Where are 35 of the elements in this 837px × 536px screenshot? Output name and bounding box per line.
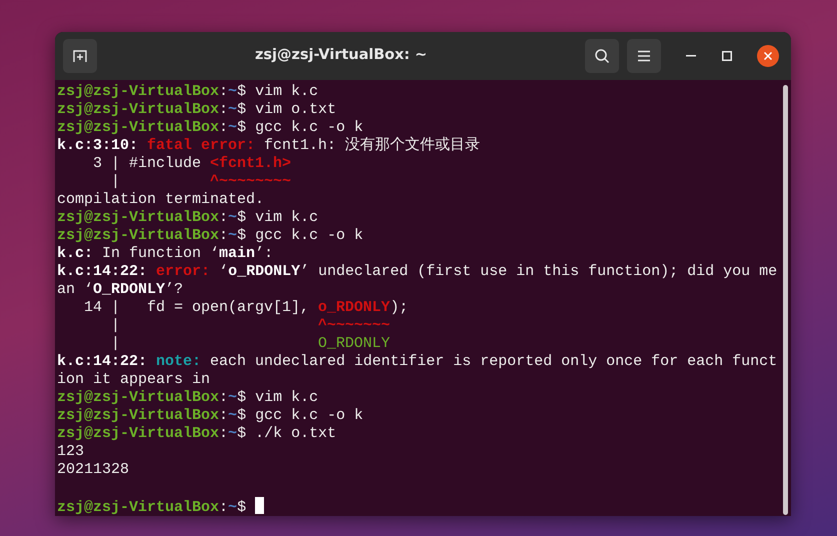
prompt-line: zsj@zsj-VirtualBox:~$ <box>57 499 246 516</box>
scrollbar-thumb[interactable] <box>782 85 788 515</box>
search-button[interactable] <box>585 39 619 73</box>
maximize-icon <box>722 51 732 61</box>
prompt-line: zsj@zsj-VirtualBox:~$ gcc k.c -o k <box>57 227 364 244</box>
window-title: zsj@zsj-VirtualBox: ~ <box>254 46 428 66</box>
close-icon <box>764 52 772 60</box>
prompt-line: zsj@zsj-VirtualBox:~$ gcc k.c -o k <box>57 407 364 424</box>
prompt-line: zsj@zsj-VirtualBox:~$ vim o.txt <box>57 101 336 118</box>
output-line: 123 <box>57 443 84 460</box>
minimize-icon <box>686 55 696 57</box>
output-line: an ‘O_RDONLY’? <box>57 281 184 298</box>
prompt-line: zsj@zsj-VirtualBox:~$ vim k.c <box>57 209 318 226</box>
new-tab-button[interactable] <box>63 39 97 73</box>
prompt-line: zsj@zsj-VirtualBox:~$ ./k o.txt <box>57 425 336 442</box>
output-line: 20211328 <box>57 461 130 478</box>
search-icon <box>594 48 610 64</box>
output-line: | ^~~~~~~~~ <box>110 173 292 190</box>
output-line: k.c:14:22: error: ‘o_RDONLY’ undeclared (first use in this function); did you me <box>57 263 778 280</box>
output-line: | ^~~~~~~~ <box>110 317 390 334</box>
prompt-line: zsj@zsj-VirtualBox:~$ vim k.c <box>57 83 318 100</box>
output-line: | O_RDONLY <box>110 335 390 352</box>
output-line: compilation terminated. <box>57 191 264 208</box>
output-line: k.c: In function ‘main’: <box>57 245 274 262</box>
prompt-line: zsj@zsj-VirtualBox:~$ vim k.c <box>57 389 318 406</box>
new-tab-icon <box>72 48 88 64</box>
close-button[interactable] <box>757 45 779 67</box>
prompt-line: zsj@zsj-VirtualBox:~$ gcc k.c -o k <box>57 119 364 136</box>
menu-icon <box>637 50 651 62</box>
menu-button[interactable] <box>627 39 661 73</box>
output-line: 14 | fd = open(argv[1], o_RDONLY); <box>83 299 408 316</box>
output-line: k.c:14:22: note: each undeclared identifier is reported only once for each funct <box>57 353 778 370</box>
output-line: 3 | #include <fcnt1.h> <box>92 155 292 172</box>
output-line: ion it appears in <box>57 371 210 388</box>
output-line: k.c:3:10: fatal error: fcnt1.h: 没有那个文件或目录 <box>57 137 480 154</box>
